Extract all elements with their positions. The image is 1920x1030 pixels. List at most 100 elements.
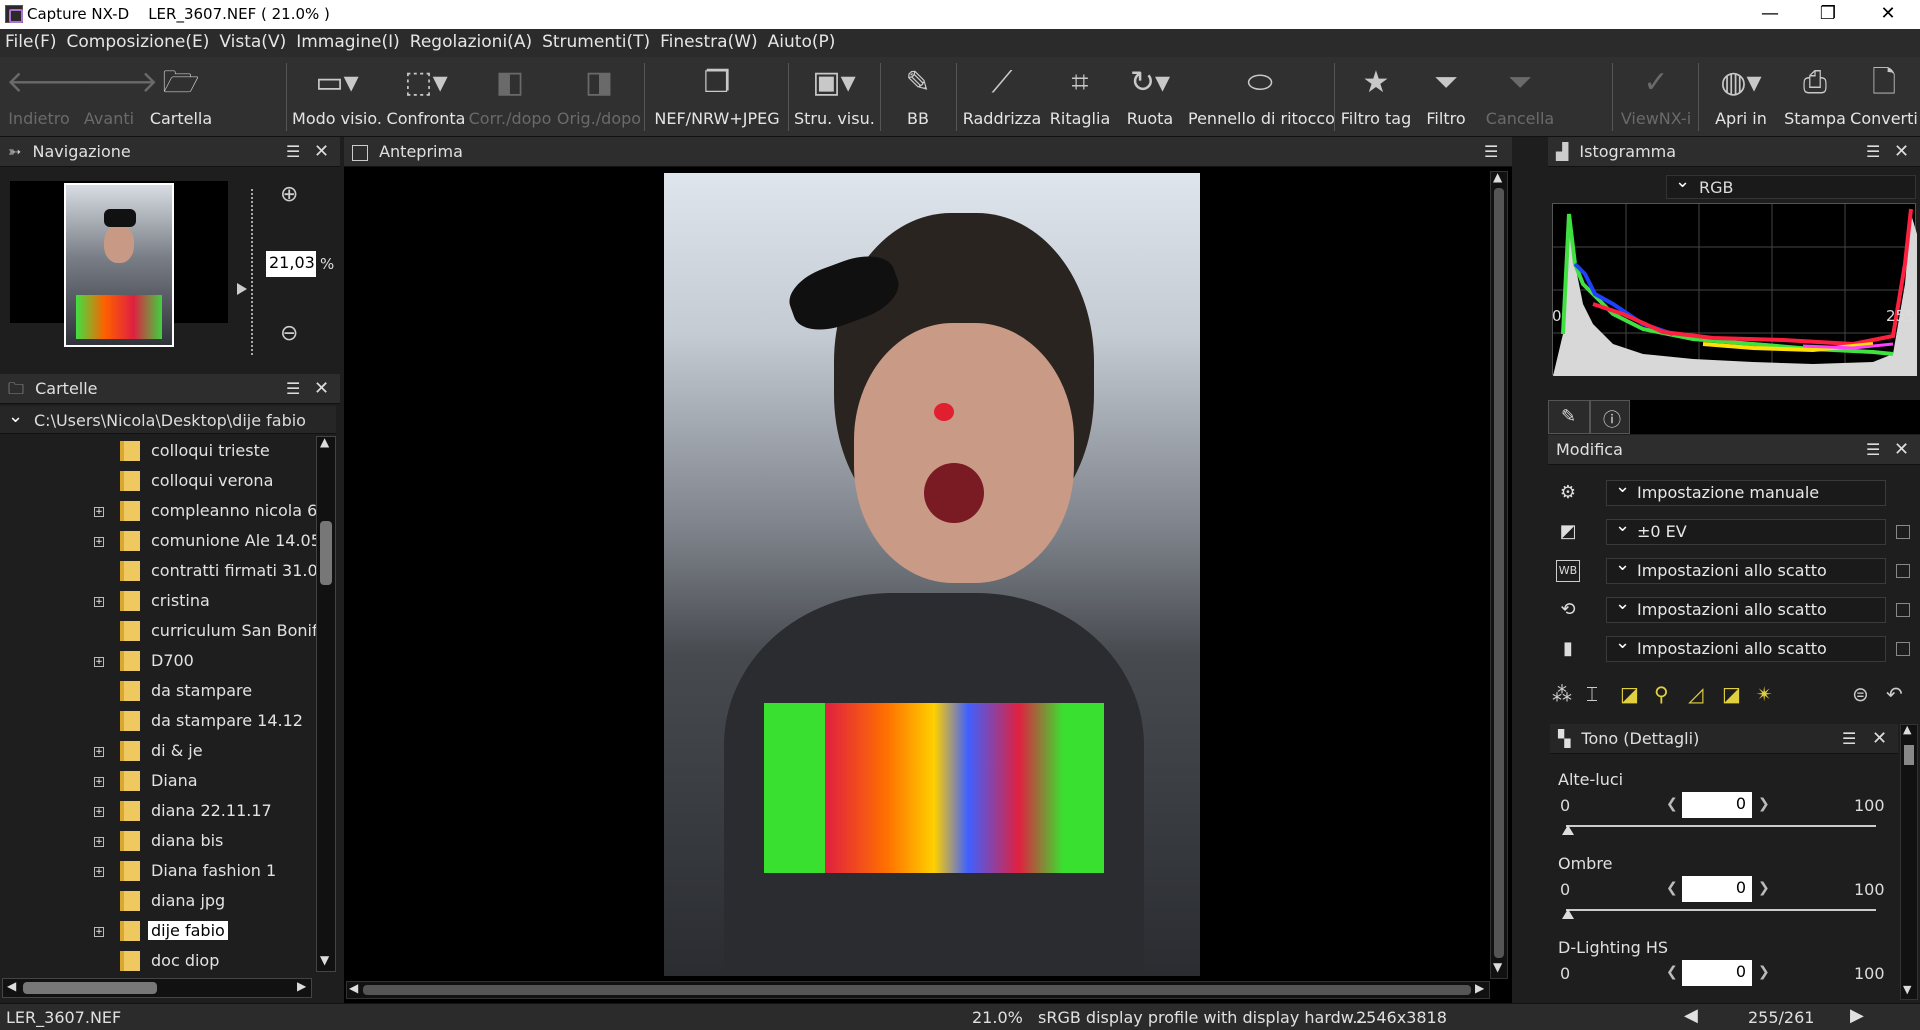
scroll-up-icon[interactable]: ▲ — [1493, 170, 1502, 184]
scroll-left-icon[interactable]: ◀ — [349, 981, 358, 995]
scroll-right-icon[interactable]: ▶ — [297, 979, 306, 993]
close-icon[interactable]: ✕ — [314, 137, 329, 167]
next-image-icon[interactable]: ▶ — [1850, 1005, 1864, 1026]
scroll-right-icon[interactable]: ▶ — [1475, 981, 1484, 995]
scroll-down-icon[interactable]: ▼ — [1903, 983, 1911, 996]
lch-icon[interactable]: ◪ — [1722, 682, 1741, 706]
preview-image[interactable] — [664, 173, 1200, 976]
tree-row[interactable]: + Diana — [0, 766, 316, 796]
navigator-thumbnail[interactable] — [64, 183, 174, 347]
tree-row[interactable]: + comunione Ale 14.05. — [0, 526, 316, 556]
scrollbar-thumb[interactable] — [23, 982, 157, 994]
view-tools-button[interactable]: ▣▾ Stru. visu. — [794, 57, 875, 137]
expand-icon[interactable]: + — [94, 597, 104, 607]
tree-row[interactable]: da stampare 14.12 — [0, 706, 316, 736]
close-icon[interactable]: ✕ — [1894, 435, 1909, 465]
print-button[interactable]: ⎙ Stampa — [1782, 57, 1848, 137]
noise-reduction-icon[interactable]: ⁂ — [1552, 682, 1572, 706]
viewnx-button[interactable]: ✓ ViewNX-i — [1618, 57, 1694, 137]
tree-row[interactable]: doc diop — [0, 946, 316, 976]
tab-edit[interactable]: ✎ — [1548, 400, 1590, 434]
magic-wand-icon[interactable]: ✴ — [1756, 682, 1773, 706]
tree-vertical-scrollbar[interactable]: ▲ ▼ — [316, 435, 336, 972]
preview-checkbox-icon[interactable] — [352, 144, 368, 161]
menu-view[interactable]: Vista(V) — [214, 29, 291, 52]
retouch-brush-button[interactable]: ⬭ Pennello di ritocco — [1188, 57, 1335, 137]
compare-button[interactable]: ⬚▾ Confronta — [386, 57, 466, 137]
scroll-down-icon[interactable]: ▼ — [320, 953, 329, 967]
preview-vertical-scrollbar[interactable]: ▲ ▼ — [1490, 170, 1508, 979]
tree-row[interactable]: colloqui verona — [0, 466, 316, 496]
expand-icon[interactable]: + — [94, 507, 104, 517]
slider-track[interactable] — [1566, 825, 1876, 827]
close-icon[interactable]: ✕ — [314, 374, 329, 404]
preset-select[interactable]: Impostazione manuale — [1606, 475, 1886, 506]
increment-icon[interactable]: ❯ — [1758, 880, 1770, 896]
expand-icon[interactable]: + — [94, 777, 104, 787]
tab-info[interactable]: ⓘ — [1590, 400, 1630, 434]
tree-row[interactable]: da stampare — [0, 676, 316, 706]
view-mode-button[interactable]: ▭▾ Modo visio. — [292, 57, 382, 137]
menu-window[interactable]: Finestra(W) — [655, 29, 763, 52]
menu-file[interactable]: File(F) — [0, 29, 62, 52]
lens-correction-icon[interactable]: ⌶ — [1586, 682, 1598, 706]
expand-icon[interactable]: + — [94, 837, 104, 847]
path-dropdown[interactable]: ⌄ C:\Users\Nicola\Desktop\dije fabio — [0, 406, 336, 434]
scroll-down-icon[interactable]: ▼ — [1493, 960, 1502, 974]
slider-thumb[interactable] — [1562, 909, 1574, 919]
panel-menu-icon[interactable]: ☰ — [1842, 724, 1856, 754]
panel-menu-icon[interactable]: ☰ — [286, 137, 300, 167]
close-window-button[interactable]: ✕ — [1868, 2, 1908, 26]
panel-menu-icon[interactable]: ☰ — [286, 374, 300, 404]
tree-row-selected[interactable]: + dije fabio — [0, 916, 316, 946]
scroll-up-icon[interactable]: ▲ — [1903, 723, 1911, 736]
white-balance-select[interactable]: Impostazioni allo scatto — [1606, 553, 1886, 584]
minimize-button[interactable]: — — [1750, 2, 1790, 26]
copy-adjustments-icon[interactable]: ⊜ — [1852, 682, 1869, 706]
tree-row[interactable]: + di & je — [0, 736, 316, 766]
nef-jpeg-button[interactable]: ❐ NEF/NRW+JPEG — [650, 57, 784, 137]
zoom-out-icon[interactable]: ⊖ — [280, 321, 298, 346]
scrollbar-thumb[interactable] — [1494, 188, 1504, 958]
zoom-value-input[interactable]: 21,03 — [266, 251, 316, 277]
folder-button[interactable]: 🗁 Cartella — [148, 57, 214, 137]
restore-button[interactable]: ❐ — [1808, 2, 1848, 26]
zoom-thumb[interactable] — [237, 283, 247, 295]
before-after-button[interactable]: ◧ Corr./dopo — [468, 57, 552, 137]
clear-filter-button[interactable]: ⏷ Cancella — [1480, 57, 1560, 137]
forward-button[interactable]: 🡒 Avanti — [78, 57, 158, 137]
increment-icon[interactable]: ❯ — [1758, 964, 1770, 980]
convert-button[interactable]: 🗋 Converti — [1850, 57, 1918, 137]
menu-image[interactable]: Immagine(I) — [291, 29, 405, 52]
tree-row[interactable]: + diana bis — [0, 826, 316, 856]
panel-menu-icon[interactable]: ☰ — [1866, 435, 1880, 465]
panel-menu-icon[interactable]: ☰ — [1484, 137, 1498, 167]
shadows-input[interactable]: 0 — [1682, 876, 1752, 902]
scroll-up-icon[interactable]: ▲ — [320, 435, 329, 449]
tree-row[interactable]: + diana 22.11.17 — [0, 796, 316, 826]
exposure-checkbox[interactable] — [1896, 525, 1910, 539]
expand-icon[interactable]: + — [94, 657, 104, 667]
zoom-track[interactable] — [251, 189, 254, 355]
rotate-button[interactable]: ↻▾ Ruota — [1116, 57, 1184, 137]
close-icon[interactable]: ✕ — [1894, 137, 1909, 167]
white-balance-checkbox[interactable] — [1896, 564, 1910, 578]
dlighting-select[interactable]: Impostazioni allo scatto — [1606, 631, 1886, 662]
tree-row[interactable]: + Diana fashion 1 — [0, 856, 316, 886]
tree-horizontal-scrollbar[interactable]: ◀ ▶ — [2, 978, 312, 998]
filter-button[interactable]: ⏷ Filtro — [1418, 57, 1474, 137]
expand-icon[interactable]: + — [94, 927, 104, 937]
decrement-icon[interactable]: ❮ — [1666, 964, 1678, 980]
menu-adjust[interactable]: Regolazioni(A) — [405, 29, 537, 52]
levels-icon[interactable]: ◿ — [1688, 682, 1703, 706]
tree-row[interactable]: + D700 — [0, 646, 316, 676]
expand-icon[interactable]: + — [94, 747, 104, 757]
slider-track[interactable] — [1566, 909, 1876, 911]
tree-row[interactable]: contratti firmati 31.03. — [0, 556, 316, 586]
white-balance-button[interactable]: ✎ BB — [886, 57, 950, 137]
expand-icon[interactable]: + — [94, 537, 104, 547]
color-booster-icon[interactable]: ⚲ — [1654, 682, 1669, 706]
menu-edit[interactable]: Composizione(E) — [62, 29, 215, 52]
scrollbar-thumb[interactable] — [1904, 745, 1914, 765]
increment-icon[interactable]: ❯ — [1758, 796, 1770, 812]
